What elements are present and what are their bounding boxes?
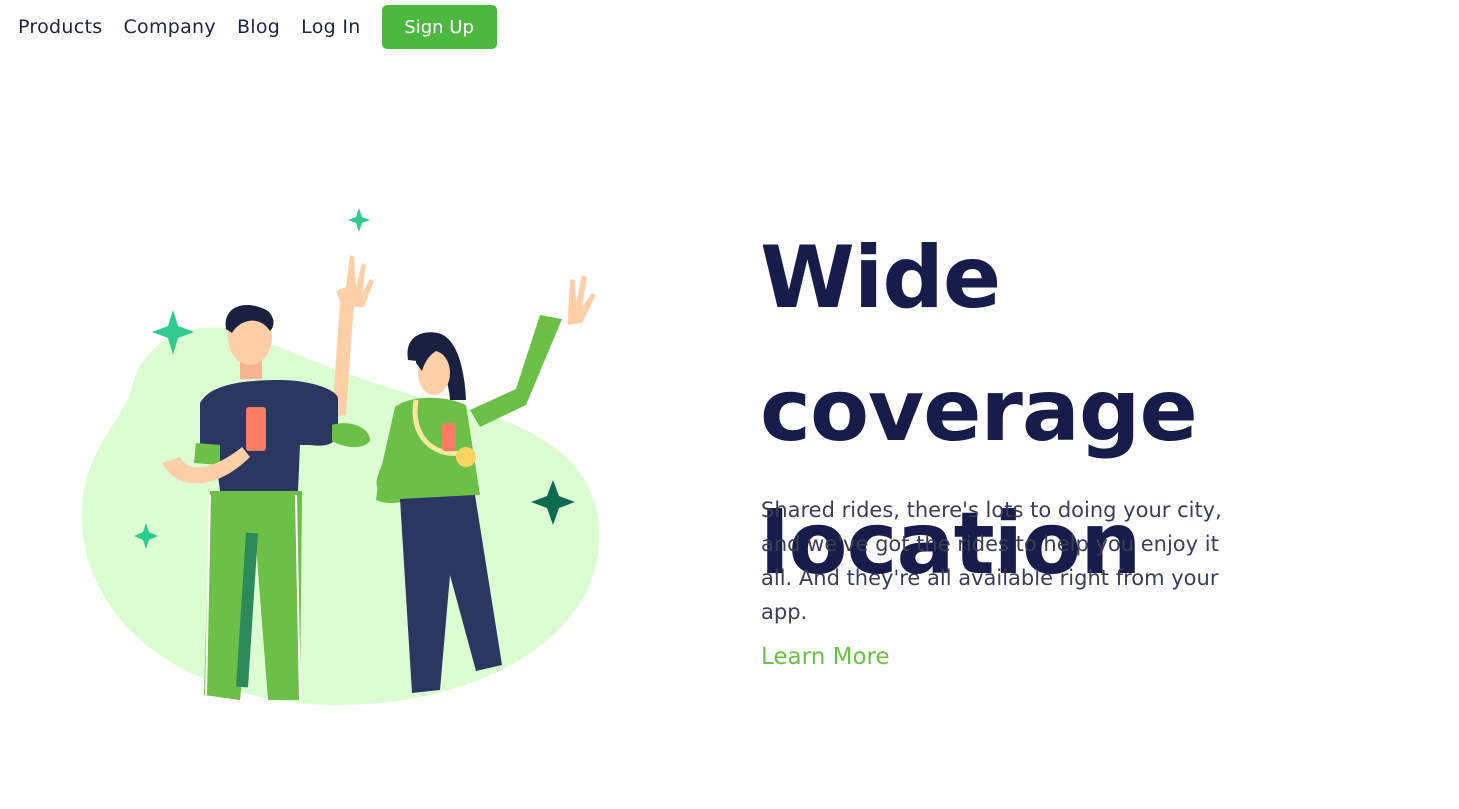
hero-description: Shared rides, there's lots to doing your… <box>761 498 1222 624</box>
hero-title-line1: Wide coverage <box>760 228 1198 461</box>
top-nav: Products Company Blog Log In Sign Up <box>18 5 497 49</box>
learn-more-link[interactable]: Learn More <box>761 644 890 670</box>
hero-illustration <box>81 208 600 705</box>
sparkle-icon <box>348 208 370 232</box>
nav-login-link[interactable]: Log In <box>301 16 360 38</box>
phone-icon <box>246 407 266 451</box>
medal-icon <box>456 447 476 467</box>
nav-blog-link[interactable]: Blog <box>237 16 280 38</box>
nav-products-link[interactable]: Products <box>18 16 102 38</box>
nav-company-link[interactable]: Company <box>123 16 216 38</box>
signup-button[interactable]: Sign Up <box>381 5 497 49</box>
